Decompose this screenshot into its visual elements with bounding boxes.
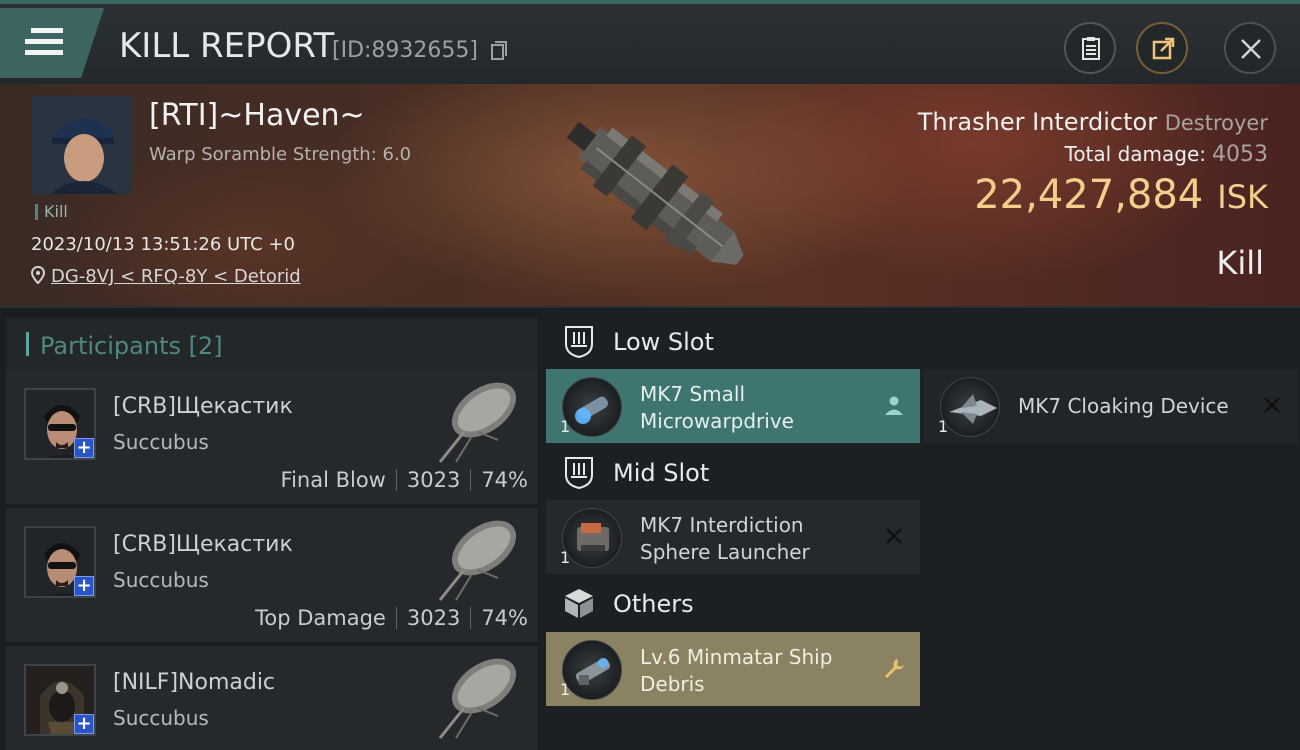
participant-name[interactable]: [CRB]Щекастик — [113, 532, 293, 557]
menu-button[interactable] — [0, 8, 104, 78]
kill-summary: [RTI]~Haven~ Warp Soramble Strength: 6.0… — [0, 84, 1300, 308]
participant-ship-icon — [438, 658, 517, 739]
participant-role: Top Damage — [255, 606, 386, 630]
participant-row[interactable]: + [CRB]Щекастик Succubus Top Damage 3023 7… — [6, 508, 538, 642]
participants-count: [2] — [188, 332, 223, 360]
map-pin-icon — [31, 266, 45, 284]
player-badge-icon: + — [74, 576, 94, 596]
module-quantity: 1 — [938, 417, 949, 436]
participant-ship: Succubus — [113, 430, 209, 454]
participant-ship-icon — [438, 520, 517, 601]
location-link[interactable]: DG-8VJ < RFQ-8Y < Detorid — [31, 266, 301, 287]
x-icon — [1264, 397, 1280, 413]
module-name: Lv.6 Minmatar Ship Debris — [640, 645, 833, 696]
wrench-icon — [885, 659, 904, 678]
close-button[interactable] — [1224, 22, 1276, 74]
mid-slot-label: Mid Slot — [613, 459, 710, 487]
copy-icon[interactable] — [490, 41, 508, 61]
total-damage: Total damage: 4053 — [1065, 142, 1269, 167]
report-id: [ID:8932655] — [332, 38, 478, 63]
ship-debris-icon — [562, 640, 622, 700]
close-icon — [1241, 39, 1261, 59]
module-card[interactable]: 1 Lv.6 Minmatar Ship Debris — [546, 632, 920, 706]
isk-unit: ISK — [1217, 178, 1268, 216]
module-card[interactable]: 1 MK7 Interdiction Sphere Launcher — [546, 500, 920, 574]
participant-ship: Succubus — [113, 568, 209, 592]
kill-timestamp: 2023/10/13 13:51:26 UTC +0 — [31, 234, 295, 255]
ship-model: Thrasher Interdictor — [917, 108, 1158, 136]
participant-name[interactable]: [NILF]Nomadic — [113, 670, 275, 695]
location-text[interactable]: DG-8VJ < RFQ-8Y < Detorid — [51, 266, 301, 287]
participant-damage: 3023 — [406, 606, 461, 630]
low-slot-label: Low Slot — [613, 328, 714, 356]
player-badge-icon: + — [74, 714, 94, 734]
module-name: MK7 Interdiction Sphere Launcher — [640, 513, 810, 564]
ship-class: Destroyer — [1164, 111, 1268, 135]
participant-percent: 74% — [481, 468, 528, 492]
module-card[interactable]: 1 MK7 Cloaking Device — [924, 369, 1298, 443]
participant-damage: 3023 — [406, 468, 461, 492]
player-badge-icon: + — [74, 438, 94, 458]
module-name: MK7 Small Microwarpdrive — [640, 382, 794, 433]
participants-header: Participants [2] — [6, 318, 538, 370]
participant-ship: Succubus — [113, 706, 209, 730]
module-quantity: 1 — [560, 548, 571, 567]
share-icon — [1152, 37, 1175, 60]
ship-image — [566, 121, 744, 265]
total-damage-value: 4053 — [1212, 142, 1268, 167]
victim-name[interactable]: [RTI]~Haven~ — [149, 98, 365, 133]
others-label: Others — [613, 590, 694, 618]
share-button[interactable] — [1136, 22, 1188, 74]
clipboard-icon — [1082, 37, 1100, 60]
cube-icon — [565, 589, 593, 618]
interdiction-launcher-icon — [562, 508, 622, 568]
participant-row[interactable]: + [NILF]Nomadic Succubus — [6, 646, 538, 750]
participants-title: Participants — [40, 332, 181, 360]
page-title: KILL REPORT — [119, 26, 335, 66]
warp-scramble-strength: Warp Soramble Strength: 6.0 — [149, 144, 412, 165]
person-icon — [885, 396, 903, 415]
module-card[interactable]: 1 MK7 Small Microwarpdrive — [546, 369, 920, 443]
menu-icon — [25, 28, 63, 56]
participant-stats: Final Blow 3023 74% — [281, 468, 528, 492]
fitting-panel: Low Slot 1 MK7 Small Microwarpdrive 1 MK… — [540, 310, 1300, 750]
microwarpdrive-icon — [562, 377, 622, 437]
shield-slot-icon — [565, 326, 593, 358]
isk-value: 22,427,884 — [974, 172, 1204, 218]
participant-row[interactable]: + [CRB]Щекастик Succubus Final Blow 3023 7… — [6, 370, 538, 504]
participant-ship-icon — [438, 382, 517, 463]
isk-loss: 22,427,884 ISK — [974, 172, 1268, 218]
cloaking-device-icon — [940, 377, 1000, 437]
ship-name: Thrasher Interdictor Destroyer — [918, 108, 1268, 136]
module-quantity: 1 — [560, 417, 571, 436]
participant-stats: Top Damage 3023 74% — [255, 606, 528, 630]
victim-avatar[interactable] — [32, 96, 132, 194]
participant-name[interactable]: [CRB]Щекастик — [113, 394, 293, 419]
report-button[interactable] — [1064, 22, 1116, 74]
header-bar: KILL REPORT [ID:8932655] — [0, 0, 1300, 84]
participant-role: Final Blow — [280, 468, 386, 492]
participant-percent: 74% — [481, 606, 528, 630]
module-quantity: 1 — [560, 680, 571, 699]
x-icon — [886, 528, 902, 544]
kill-result: Kill — [1216, 244, 1264, 282]
module-name: MK7 Cloaking Device — [1018, 394, 1229, 418]
participants-panel: Participants [2] + [CRB]Щекастик Succubu… — [0, 310, 540, 750]
total-damage-label: Total damage: — [1064, 142, 1207, 166]
kill-tag: Kill — [35, 204, 68, 220]
shield-slot-icon — [565, 457, 593, 489]
